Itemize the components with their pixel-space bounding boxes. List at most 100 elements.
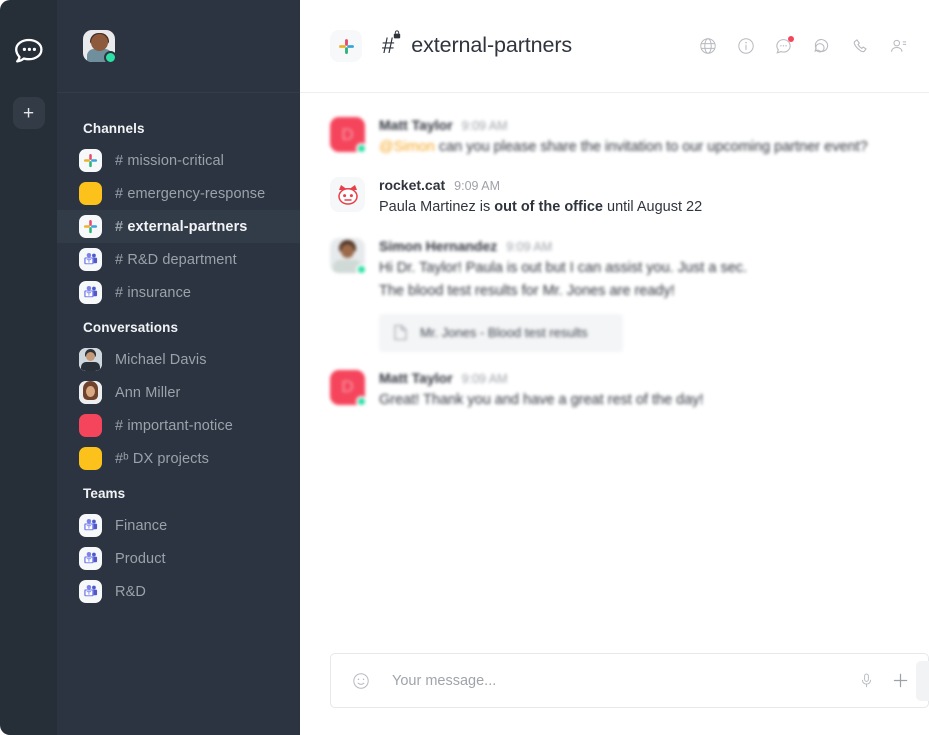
sidebar-item-r-d-department[interactable]: # R&D department	[57, 243, 300, 276]
sidebar-item-text: Finance	[115, 517, 168, 534]
slack-icon	[79, 149, 102, 172]
sidebar-item-text: important-notice	[127, 417, 233, 434]
globe-icon[interactable]	[694, 33, 721, 60]
message-avatar[interactable]: D	[330, 369, 367, 407]
user-avatar-male-icon	[79, 348, 102, 371]
sidebar-item-insurance[interactable]: # insurance	[57, 276, 300, 309]
sidebar-item-text: Michael Davis	[115, 351, 207, 368]
message-body-wrap: Matt Taylor 9:09 AM @Simon can you please …	[379, 117, 899, 159]
microsoft-teams-icon	[79, 547, 102, 570]
message-text: Paula Martinez is out of the office unti…	[379, 196, 899, 219]
sidebar-item-label: # important-notice	[115, 418, 233, 434]
sidebar-item-label: # external-partners	[115, 219, 247, 235]
message-text: Hi Dr. Taylor! Paula is out but I can as…	[379, 257, 899, 304]
info-circle-icon[interactable]	[732, 33, 759, 60]
sidebar-item-label: # insurance	[115, 285, 191, 301]
message-item: D Matt Taylor 9:09 AM Great! Thank you and …	[330, 364, 899, 418]
message-author[interactable]: Matt Taylor	[379, 370, 453, 386]
message-timestamp: 9:09 AM	[461, 371, 508, 386]
emoji-smiley-icon[interactable]	[349, 669, 373, 693]
threads-icon[interactable]	[808, 33, 835, 60]
discussion-icon[interactable]	[770, 33, 797, 60]
sidebar-item-dx-projects[interactable]: #ᵇ DX projects	[57, 442, 300, 475]
chat-header-actions	[694, 33, 911, 60]
main-panel: # external-partners D Matt Taylor 9:09 A…	[300, 0, 929, 735]
color-swatch-red-icon	[79, 414, 102, 437]
sidebar-item-label: # R&D department	[115, 252, 237, 268]
sidebar-section-title: Channels	[83, 121, 145, 136]
channel-prefix: #	[115, 284, 124, 301]
sidebar-section-title: Teams	[83, 486, 126, 501]
sidebar-item-finance[interactable]: Finance	[57, 509, 300, 542]
channel-prefix: #	[115, 152, 124, 169]
channel-prefix: #	[115, 251, 124, 268]
composer-box[interactable]	[330, 653, 929, 708]
message-avatar[interactable]: D	[330, 117, 367, 154]
message-author[interactable]: rocket.cat	[379, 177, 445, 193]
rocket-cat-avatar-icon[interactable]	[330, 177, 365, 213]
message-item: D Matt Taylor 9:09 AM @Simon can you please…	[330, 111, 899, 165]
sidebar-item-michael-davis[interactable]: Michael Davis	[57, 343, 300, 376]
sidebar-item-text: external-partners	[127, 218, 248, 235]
sidebar-item-label: # mission-critical	[115, 153, 224, 169]
sidebar-item-label: #ᵇ DX projects	[115, 451, 209, 467]
message-avatar[interactable]	[330, 177, 365, 213]
channel-prefix: #	[115, 218, 124, 235]
rocket-chat-logo-icon[interactable]	[12, 34, 46, 64]
plus-icon[interactable]	[888, 669, 912, 693]
sidebar-item-important-notice[interactable]: # important-notice	[57, 409, 300, 442]
sidebar-item-mission-critical[interactable]: # mission-critical	[57, 144, 300, 177]
sidebar-item-product[interactable]: Product	[57, 542, 300, 575]
sidebar-item-text: emergency-response	[127, 185, 266, 202]
message-timestamp: 9:09 AM	[454, 179, 501, 194]
sidebar-item-label: Ann Miller	[115, 385, 180, 401]
message-meta: rocket.cat 9:09 AM	[379, 177, 899, 193]
message-author[interactable]: Simon Hernandez	[379, 238, 497, 254]
chat-header: # external-partners	[300, 0, 929, 93]
message-meta: Matt Taylor 9:09 AM	[379, 117, 899, 133]
message-body-wrap: Simon Hernandez 9:09 AM Hi Dr. Taylor! Pau…	[379, 238, 899, 352]
file-attachment[interactable]: Mr. Jones - Blood test results	[379, 313, 623, 352]
members-icon[interactable]	[884, 33, 911, 60]
current-user-avatar[interactable]	[83, 30, 117, 64]
file-document-icon	[394, 325, 407, 341]
message-line-1: Hi Dr. Taylor! Paula is out but I can as…	[379, 259, 748, 276]
send-button[interactable]	[916, 661, 929, 701]
sidebar-item-text: Ann Miller	[115, 384, 181, 401]
color-swatch-yellow-icon	[79, 182, 102, 205]
sidebar-item-emergency-response[interactable]: # emergency-response	[57, 177, 300, 210]
microphone-icon[interactable]	[854, 669, 878, 693]
status-badge-online	[356, 395, 367, 407]
sidebar-item-text: R&D department	[127, 251, 237, 268]
message-text-pre: Paula Martinez is	[379, 199, 495, 216]
message-composer	[300, 653, 929, 735]
message-meta: Matt Taylor 9:09 AM	[379, 370, 899, 386]
status-badge-online	[356, 263, 367, 275]
channel-prefix: #	[115, 185, 124, 202]
sidebar-list[interactable]: Channels # mission-critical # emergency-re…	[57, 93, 300, 735]
message-avatar[interactable]	[330, 237, 367, 275]
sidebar-item-external-partners[interactable]: # external-partners	[57, 210, 300, 243]
page-title: external-partners	[411, 33, 573, 58]
avatar-letter: D	[341, 377, 354, 397]
microsoft-teams-icon	[79, 514, 102, 537]
message-item: Simon Hernandez 9:09 AM Hi Dr. Taylor! Pau…	[330, 232, 899, 358]
microsoft-teams-icon	[79, 248, 102, 271]
mention[interactable]: @Simon	[379, 139, 435, 155]
message-line-2: The blood test results for Mr. Jones are…	[379, 283, 675, 300]
channel-prefix: #ᵇ	[115, 450, 129, 467]
sidebar-item-ann-miller[interactable]: Ann Miller	[57, 376, 300, 409]
user-avatar-female-icon	[79, 381, 102, 404]
sidebar-section-title: Conversations	[83, 320, 179, 335]
create-new-button[interactable]: +	[12, 97, 45, 129]
message-author[interactable]: Matt Taylor	[379, 117, 453, 133]
plus-icon: +	[22, 102, 35, 124]
message-timestamp: 9:09 AM	[461, 119, 508, 133]
sidebar-item-r-d[interactable]: R&D	[57, 575, 300, 608]
sidebar-user-header	[57, 0, 300, 93]
channel-prefix: #	[115, 417, 124, 434]
phone-icon[interactable]	[846, 33, 873, 60]
sidebar-item-text: Product	[115, 550, 166, 567]
message-text: @Simon can you please share the invitati…	[379, 136, 899, 159]
message-input[interactable]	[392, 672, 844, 689]
